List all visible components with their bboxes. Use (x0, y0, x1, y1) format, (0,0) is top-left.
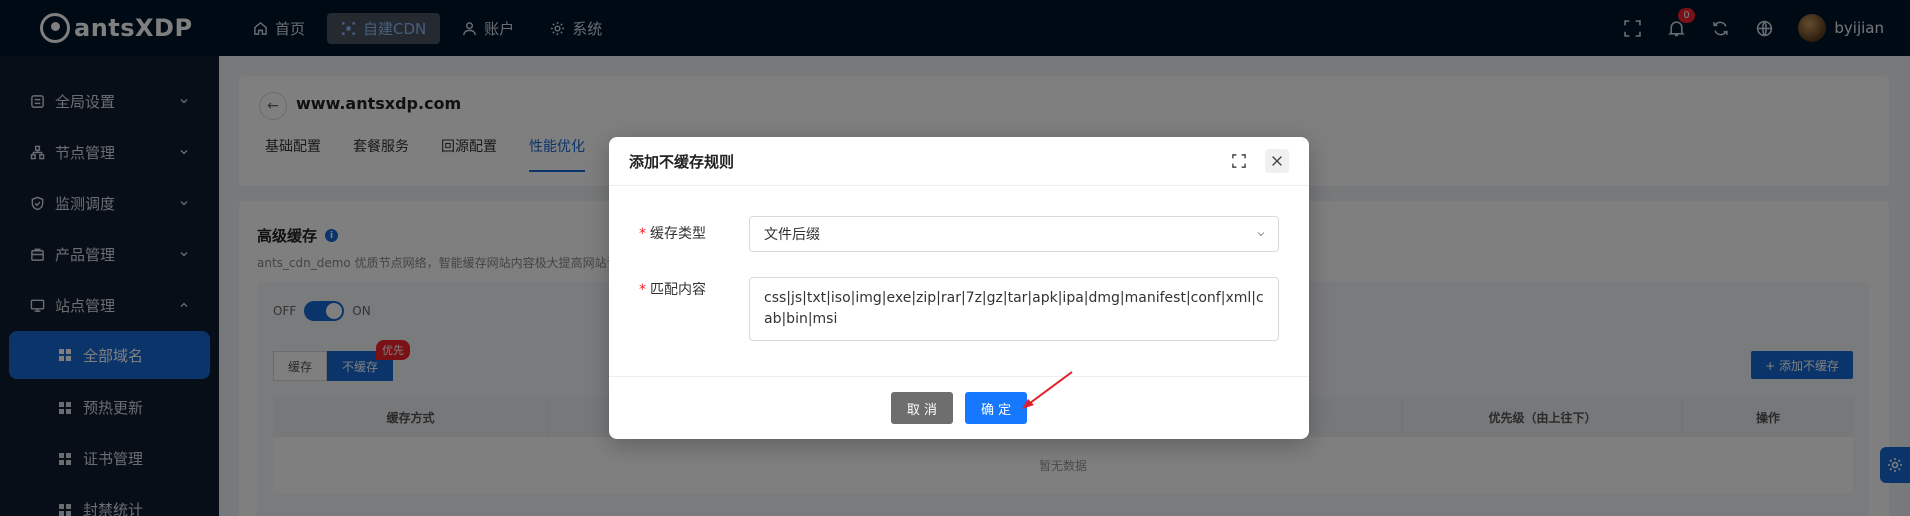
maximize-icon (1232, 154, 1246, 168)
dialog-header-actions (1227, 149, 1289, 173)
cache-type-select[interactable]: 文件后缀 (749, 216, 1279, 252)
dialog-footer: 取 消 确 定 (609, 376, 1309, 439)
cancel-button[interactable]: 取 消 (890, 392, 953, 424)
cache-type-value: 文件后缀 (764, 227, 820, 243)
form-row-match: * 匹配内容 css|js|txt|iso|img|exe|zip|rar|7z|… (639, 277, 1279, 341)
match-label-text: 匹配内容 (650, 282, 706, 298)
form-row-cache-type: * 缓存类型 文件后缀 (639, 216, 1279, 252)
required-mark: * (639, 226, 646, 242)
add-nocache-rule-dialog: 添加不缓存规则 * 缓存类型 文件后缀 * 匹配内容 css|js|txt|iso|… (609, 137, 1309, 439)
match-label: * 匹配内容 (639, 277, 749, 341)
cache-type-label: * 缓存类型 (639, 216, 749, 252)
dialog-title: 添加不缓存规则 (629, 152, 735, 171)
maximize-button[interactable] (1227, 149, 1251, 173)
cache-type-label-text: 缓存类型 (650, 226, 706, 242)
dialog-header: 添加不缓存规则 (609, 137, 1309, 186)
required-mark: * (639, 282, 646, 298)
chevron-down-icon (1257, 232, 1265, 237)
close-button[interactable] (1265, 149, 1289, 173)
annotation-arrow (1022, 371, 1073, 409)
match-content-textarea[interactable]: css|js|txt|iso|img|exe|zip|rar|7z|gz|tar… (749, 277, 1279, 341)
confirm-button[interactable]: 确 定 (965, 392, 1028, 424)
close-icon (1272, 156, 1282, 166)
